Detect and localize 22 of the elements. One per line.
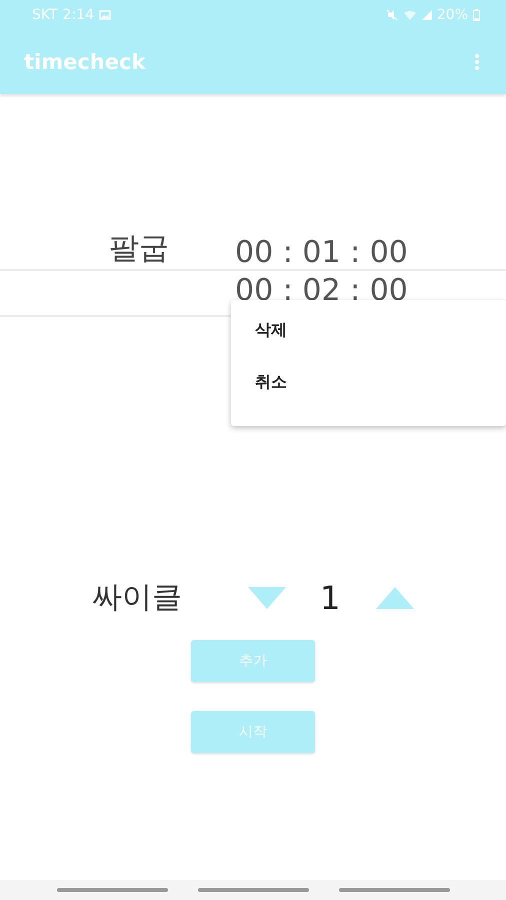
nav-back-bar[interactable]	[338, 888, 450, 892]
image-icon	[99, 10, 111, 20]
more-options-icon[interactable]	[472, 51, 482, 73]
timer-time: 00 : 02 : 00	[235, 274, 408, 307]
menu-item[interactable]: 취소	[231, 372, 506, 424]
clock-text: 2:14	[62, 7, 94, 23]
battery-text: 20%	[436, 7, 468, 23]
mute-icon	[386, 9, 398, 21]
menu-item[interactable]: 삭제	[231, 320, 506, 372]
timer-time: 00 : 01 : 00	[235, 236, 408, 269]
nav-home-bar[interactable]	[198, 888, 308, 892]
timer-name: 팔굽	[109, 230, 170, 268]
cycle-value: 1	[320, 578, 340, 616]
wifi-icon	[402, 10, 417, 20]
battery-icon	[473, 9, 480, 21]
cycle-label: 싸이클	[92, 579, 183, 617]
decrease-icon[interactable]	[248, 586, 286, 608]
carrier-text: SKT	[32, 7, 58, 23]
app-title: timecheck	[24, 50, 146, 74]
increase-icon[interactable]	[376, 586, 414, 608]
nav-recent-bar[interactable]	[56, 888, 168, 892]
signal-icon	[422, 10, 432, 20]
